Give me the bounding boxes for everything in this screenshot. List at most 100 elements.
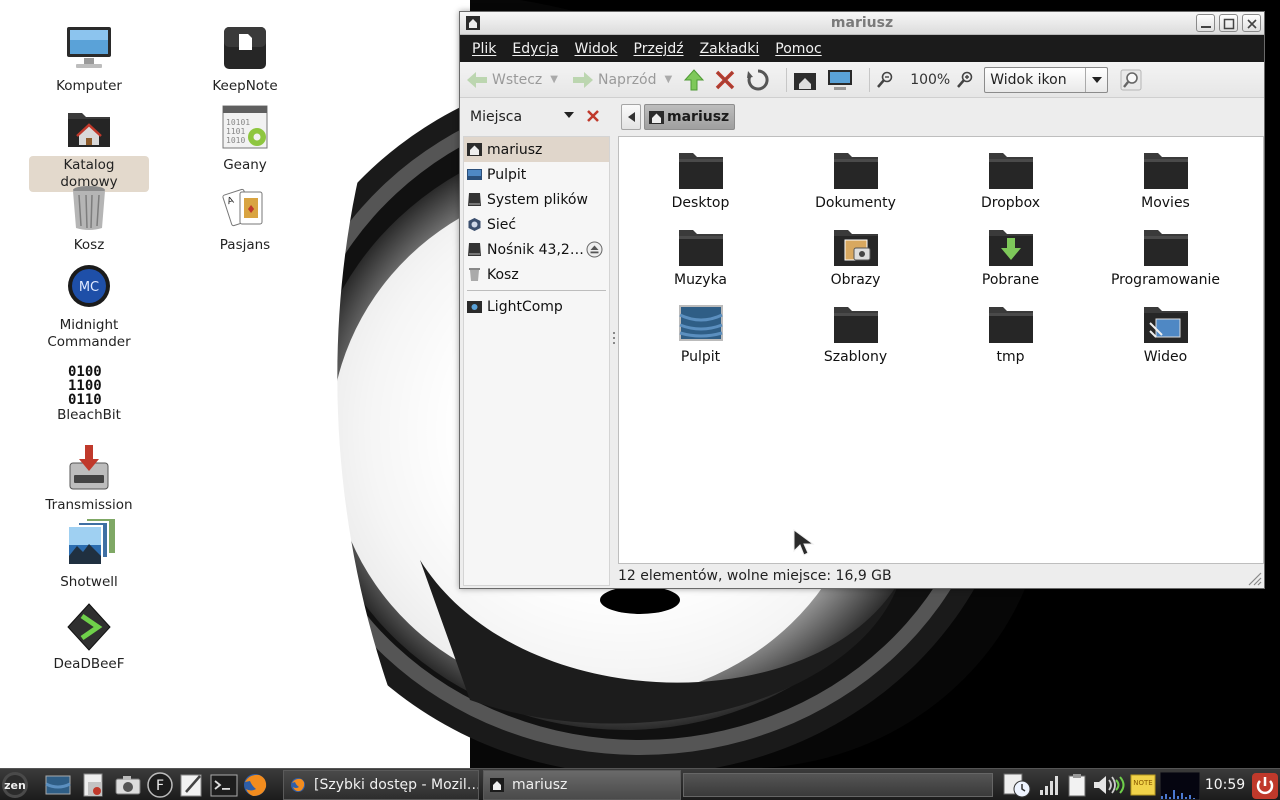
tray-wifi[interactable] <box>1113 772 1129 799</box>
eject-icon[interactable] <box>586 241 603 258</box>
tray-network-signal[interactable] <box>1037 772 1065 799</box>
computer-button[interactable] <box>827 65 857 95</box>
zen-logo-icon: zen <box>2 772 28 798</box>
breadcrumb-home[interactable]: mariusz <box>644 104 736 130</box>
side-pane-header[interactable]: Miejsca <box>460 100 611 134</box>
up-arrow-icon <box>684 68 705 90</box>
desktop-icon-deadbeef[interactable]: DeaDBeeF <box>29 602 149 674</box>
dropdown-arrow-icon[interactable] <box>564 112 574 118</box>
menu-edycja[interactable]: Edycja <box>504 41 566 57</box>
file-item[interactable]: Movies <box>1088 141 1243 211</box>
menu-przejdz[interactable]: Przejdź <box>626 41 692 57</box>
place-item-volume[interactable]: Nośnik 43,2… <box>464 237 609 262</box>
view-mode-select[interactable]: Widok ikon <box>984 66 1109 93</box>
desktop-icon-transmission[interactable]: Transmission <box>29 443 149 515</box>
harddrive-icon <box>468 193 481 206</box>
taskbar-task-file-manager[interactable]: mariusz <box>483 770 681 800</box>
taskbar-task-firefox[interactable]: [Szybki dostęp - Mozil… <box>283 770 479 800</box>
desktop-icon-trash[interactable]: Kosz <box>29 183 149 255</box>
place-item-home[interactable]: mariusz <box>464 137 609 162</box>
clock[interactable]: 10:59 <box>1200 769 1250 800</box>
back-button[interactable]: Wstecz ▼ <box>466 65 558 95</box>
file-item[interactable]: Programowanie <box>1088 218 1243 288</box>
desktop-icon-computer[interactable]: Komputer <box>29 24 149 96</box>
menu-pomoc[interactable]: Pomoc <box>767 41 829 57</box>
launcher-text-editor[interactable] <box>178 772 206 799</box>
file-item[interactable]: Dropbox <box>933 141 1088 211</box>
desktop-icon-bleachbit[interactable]: 0100 1100 0110 BleachBit <box>29 363 149 425</box>
clipboard-icon <box>1068 774 1086 797</box>
folder-icon <box>1142 147 1190 191</box>
place-item-network[interactable]: Sieć <box>464 212 609 237</box>
menu-zakladki[interactable]: Zakładki <box>692 41 768 57</box>
svg-text:MC: MC <box>79 280 99 295</box>
search-button[interactable] <box>1120 65 1146 95</box>
close-pane-icon[interactable] <box>586 109 600 123</box>
launcher-show-desktop[interactable] <box>44 772 72 799</box>
tray-cpu-monitor[interactable] <box>1159 771 1201 800</box>
geany-icon: 10101 1101 1010 <box>220 103 270 153</box>
place-item-desktop[interactable]: Pulpit <box>464 162 609 187</box>
path-scroll-left-button[interactable] <box>621 104 641 130</box>
menu-widok[interactable]: Widok <box>567 41 626 57</box>
forward-button[interactable]: Naprzód ▼ <box>572 65 672 95</box>
up-button[interactable] <box>684 65 708 95</box>
zoom-in-button[interactable] <box>956 65 978 95</box>
zoom-out-button[interactable] <box>876 65 898 95</box>
file-item[interactable]: Muzyka <box>623 218 778 288</box>
video-folder-icon <box>1142 301 1190 345</box>
pane-resize-handle[interactable] <box>613 332 616 348</box>
home-button[interactable] <box>793 65 821 95</box>
desktop-icon-home[interactable]: Katalog domowy <box>29 103 149 192</box>
back-history-dropdown-icon[interactable]: ▼ <box>550 74 558 85</box>
desktop-icon-label: Shotwell <box>60 574 118 590</box>
title-bar[interactable]: mariusz <box>460 12 1264 35</box>
file-item[interactable]: Dokumenty <box>778 141 933 211</box>
svg-text:zen: zen <box>4 779 26 792</box>
tray-clock-applet[interactable] <box>1002 772 1036 799</box>
trash-icon <box>64 183 114 233</box>
launcher-firefox[interactable] <box>241 772 269 799</box>
desktop-icon-midnight-commander[interactable]: MC Midnight Commander <box>29 263 149 352</box>
desktop-icon-shotwell[interactable]: Shotwell <box>29 516 149 592</box>
resize-grip-icon[interactable] <box>1246 570 1262 586</box>
launcher-file-manager[interactable] <box>80 772 108 799</box>
place-item-trash[interactable]: Kosz <box>464 262 609 287</box>
trash-icon <box>469 268 480 281</box>
place-item-filesystem[interactable]: System plików <box>464 187 609 212</box>
tray-clipboard[interactable] <box>1064 772 1092 799</box>
desktop-icon-keepnote[interactable]: KeepNote <box>185 24 305 96</box>
close-button[interactable] <box>1242 14 1261 32</box>
file-item[interactable]: Obrazy <box>778 218 933 288</box>
file-label: Muzyka <box>673 272 728 288</box>
file-item[interactable]: tmp <box>933 295 1088 365</box>
svg-text:♦: ♦ <box>246 203 256 216</box>
file-item[interactable]: Desktop <box>623 141 778 211</box>
minimize-button[interactable] <box>1196 14 1215 32</box>
desktop-icon-pasjans[interactable]: A ♦ Pasjans <box>185 183 305 255</box>
bookmark-item-lightcomp[interactable]: LightComp <box>464 294 609 319</box>
side-pane: Miejsca mariusz Pulpit System plików Sie… <box>460 100 611 588</box>
shutdown-button[interactable] <box>1250 772 1280 799</box>
transmission-icon <box>64 443 114 493</box>
launcher-terminal[interactable] <box>210 772 238 799</box>
stop-button[interactable] <box>714 65 740 95</box>
launcher-screenshot[interactable] <box>114 772 142 799</box>
power-icon <box>1252 773 1278 799</box>
tray-sticky-note[interactable]: NOTE <box>1129 772 1157 799</box>
reload-button[interactable] <box>746 65 774 95</box>
file-label: Dropbox <box>981 195 1040 211</box>
launcher-font-app[interactable]: F <box>146 772 174 799</box>
task-label: mariusz <box>512 777 568 793</box>
maximize-button[interactable] <box>1219 14 1238 32</box>
menu-plik[interactable]: Plik <box>464 41 504 57</box>
forward-history-dropdown-icon[interactable]: ▼ <box>665 74 673 85</box>
file-item[interactable]: Szablony <box>778 295 933 365</box>
start-menu-button[interactable]: zen <box>0 772 34 799</box>
file-item[interactable]: Wideo <box>1088 295 1243 365</box>
window-title: mariusz <box>830 15 894 31</box>
file-icon-view[interactable]: Desktop Dokumenty Dropbox Movies Muzyka … <box>618 136 1264 564</box>
file-item[interactable]: Pobrane <box>933 218 1088 288</box>
file-item[interactable]: Pulpit <box>623 295 778 365</box>
desktop-icon-geany[interactable]: 10101 1101 1010 Geany <box>185 103 305 175</box>
